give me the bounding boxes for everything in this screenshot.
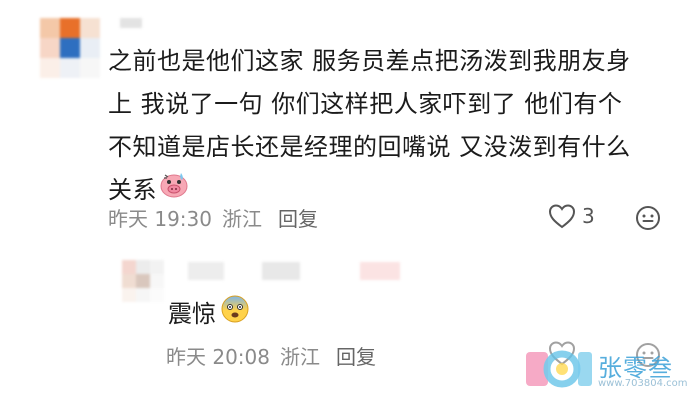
reply-reply-button[interactable]: 回复 [336,345,376,369]
comment-line: 不知道是店长还是经理的回嘴说 又没泼到有什么 [108,133,631,161]
replier-username[interactable] [188,262,224,280]
like-count: 3 [582,204,595,228]
comment-location: 浙江 [222,207,262,231]
watermark-logo-icon [524,344,596,398]
comment-line: 上 我说了一句 你们这样把人家吓到了 他们有个 [108,90,623,118]
commenter-username[interactable] [120,18,142,28]
shocked-face-emoji-icon [220,294,250,334]
reply-meta: 昨天 20:08 浙江 回复 [166,341,386,370]
reply-text-content: 震惊 [168,300,216,328]
comment-line-text: 关系 [108,176,157,204]
replier-username-part [262,262,300,280]
comment-text: 之前也是他们这家 服务员差点把汤泼到我朋友身 上 我说了一句 你们这样把人家吓到… [108,40,668,213]
reply-time: 昨天 20:08 [166,345,270,369]
replier-avatar[interactable] [122,260,164,302]
comment-line: 之前也是他们这家 服务员差点把汤泼到我朋友身 [108,47,631,75]
watermark: 张零叁 www.703804.com [524,344,694,394]
watermark-url: www.703804.com [598,378,688,389]
replier-badge [360,262,400,280]
reply-location: 浙江 [280,345,320,369]
reply-text: 震惊 [168,294,250,334]
heart-outline-icon [548,203,576,229]
emoji-face-icon[interactable] [635,205,661,235]
comment-meta: 昨天 19:30 浙江 回复 [108,203,328,232]
like-button[interactable]: 3 [548,203,595,229]
comment-time: 昨天 19:30 [108,207,212,231]
reply-button[interactable]: 回复 [278,207,318,231]
commenter-avatar[interactable] [40,18,100,78]
